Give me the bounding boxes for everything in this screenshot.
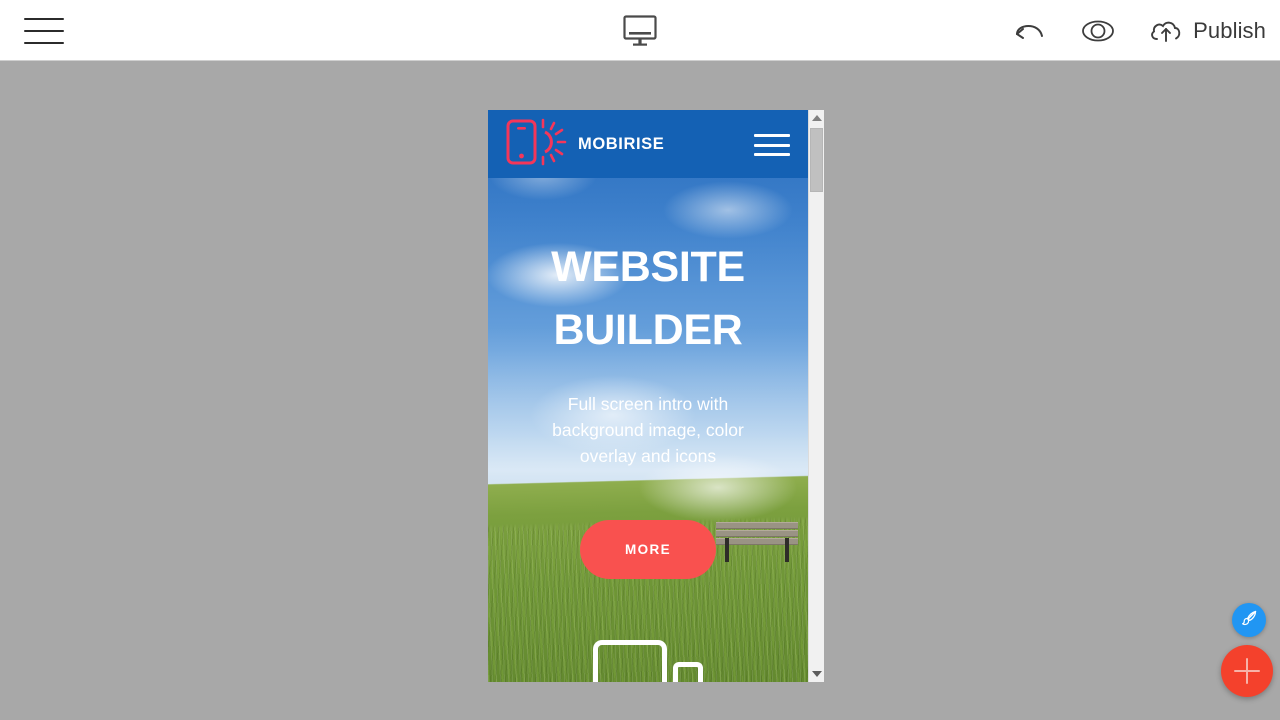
hero-title-line2: BUILDER <box>553 306 743 354</box>
triangle-up <box>811 115 822 121</box>
preview-viewport: MOBIRISE WEBSITE BUILDER Full screen int… <box>488 110 808 682</box>
tablet-outline-icon <box>593 640 667 682</box>
hero-section: WEBSITE BUILDER Full screen intro with b… <box>488 110 808 579</box>
style-paintbrush-button[interactable] <box>1232 603 1266 637</box>
triangle-down <box>811 671 822 677</box>
paintbrush-icon <box>1239 608 1259 633</box>
preview-scrollbar[interactable] <box>808 110 824 682</box>
phone-outline-icon <box>673 662 703 682</box>
device-outline-icons <box>488 640 808 682</box>
hamburger-bar <box>754 143 790 147</box>
preview-navbar: MOBIRISE <box>488 110 808 178</box>
hamburger-bar <box>24 17 64 20</box>
brand-logo-link[interactable]: MOBIRISE <box>504 116 664 173</box>
brand-name: MOBIRISE <box>578 134 665 153</box>
mobirise-phone-sun-logo-icon <box>504 116 568 173</box>
plus-vertical <box>1246 658 1248 684</box>
hamburger-bar <box>754 153 790 156</box>
eye-preview-icon[interactable] <box>1078 17 1118 45</box>
hamburger-bar <box>24 41 64 44</box>
hero-cta-button[interactable]: MORE <box>580 520 716 579</box>
hero-subtitle: Full screen intro with background image,… <box>552 394 744 466</box>
scroll-down-arrow-icon[interactable] <box>809 666 824 682</box>
hero-title-line1: WEBSITE <box>551 243 745 291</box>
toolbar-right-group: Publish <box>1012 0 1266 61</box>
add-block-button[interactable] <box>1221 645 1273 697</box>
hamburger-bar <box>24 29 64 32</box>
plus-icon <box>1234 658 1260 684</box>
hero-title: WEBSITE BUILDER <box>488 236 808 362</box>
toolbar-left-group <box>24 0 64 61</box>
undo-arrow-icon[interactable] <box>1012 16 1048 46</box>
publish-button[interactable]: Publish <box>1148 17 1266 45</box>
editor-workspace: MOBIRISE WEBSITE BUILDER Full screen int… <box>0 61 1280 720</box>
scrollbar-thumb[interactable] <box>810 128 823 192</box>
preview-menu-icon[interactable] <box>754 134 790 156</box>
scroll-up-arrow-icon[interactable] <box>809 110 824 126</box>
cloud-upload-icon <box>1148 17 1184 45</box>
hamburger-bar <box>754 134 790 137</box>
publish-label: Publish <box>1193 17 1266 43</box>
mobile-preview-frame: MOBIRISE WEBSITE BUILDER Full screen int… <box>488 110 824 682</box>
desktop-monitor-icon[interactable] <box>621 14 659 48</box>
app-toolbar: Publish <box>0 0 1280 61</box>
main-menu-icon[interactable] <box>24 17 64 44</box>
